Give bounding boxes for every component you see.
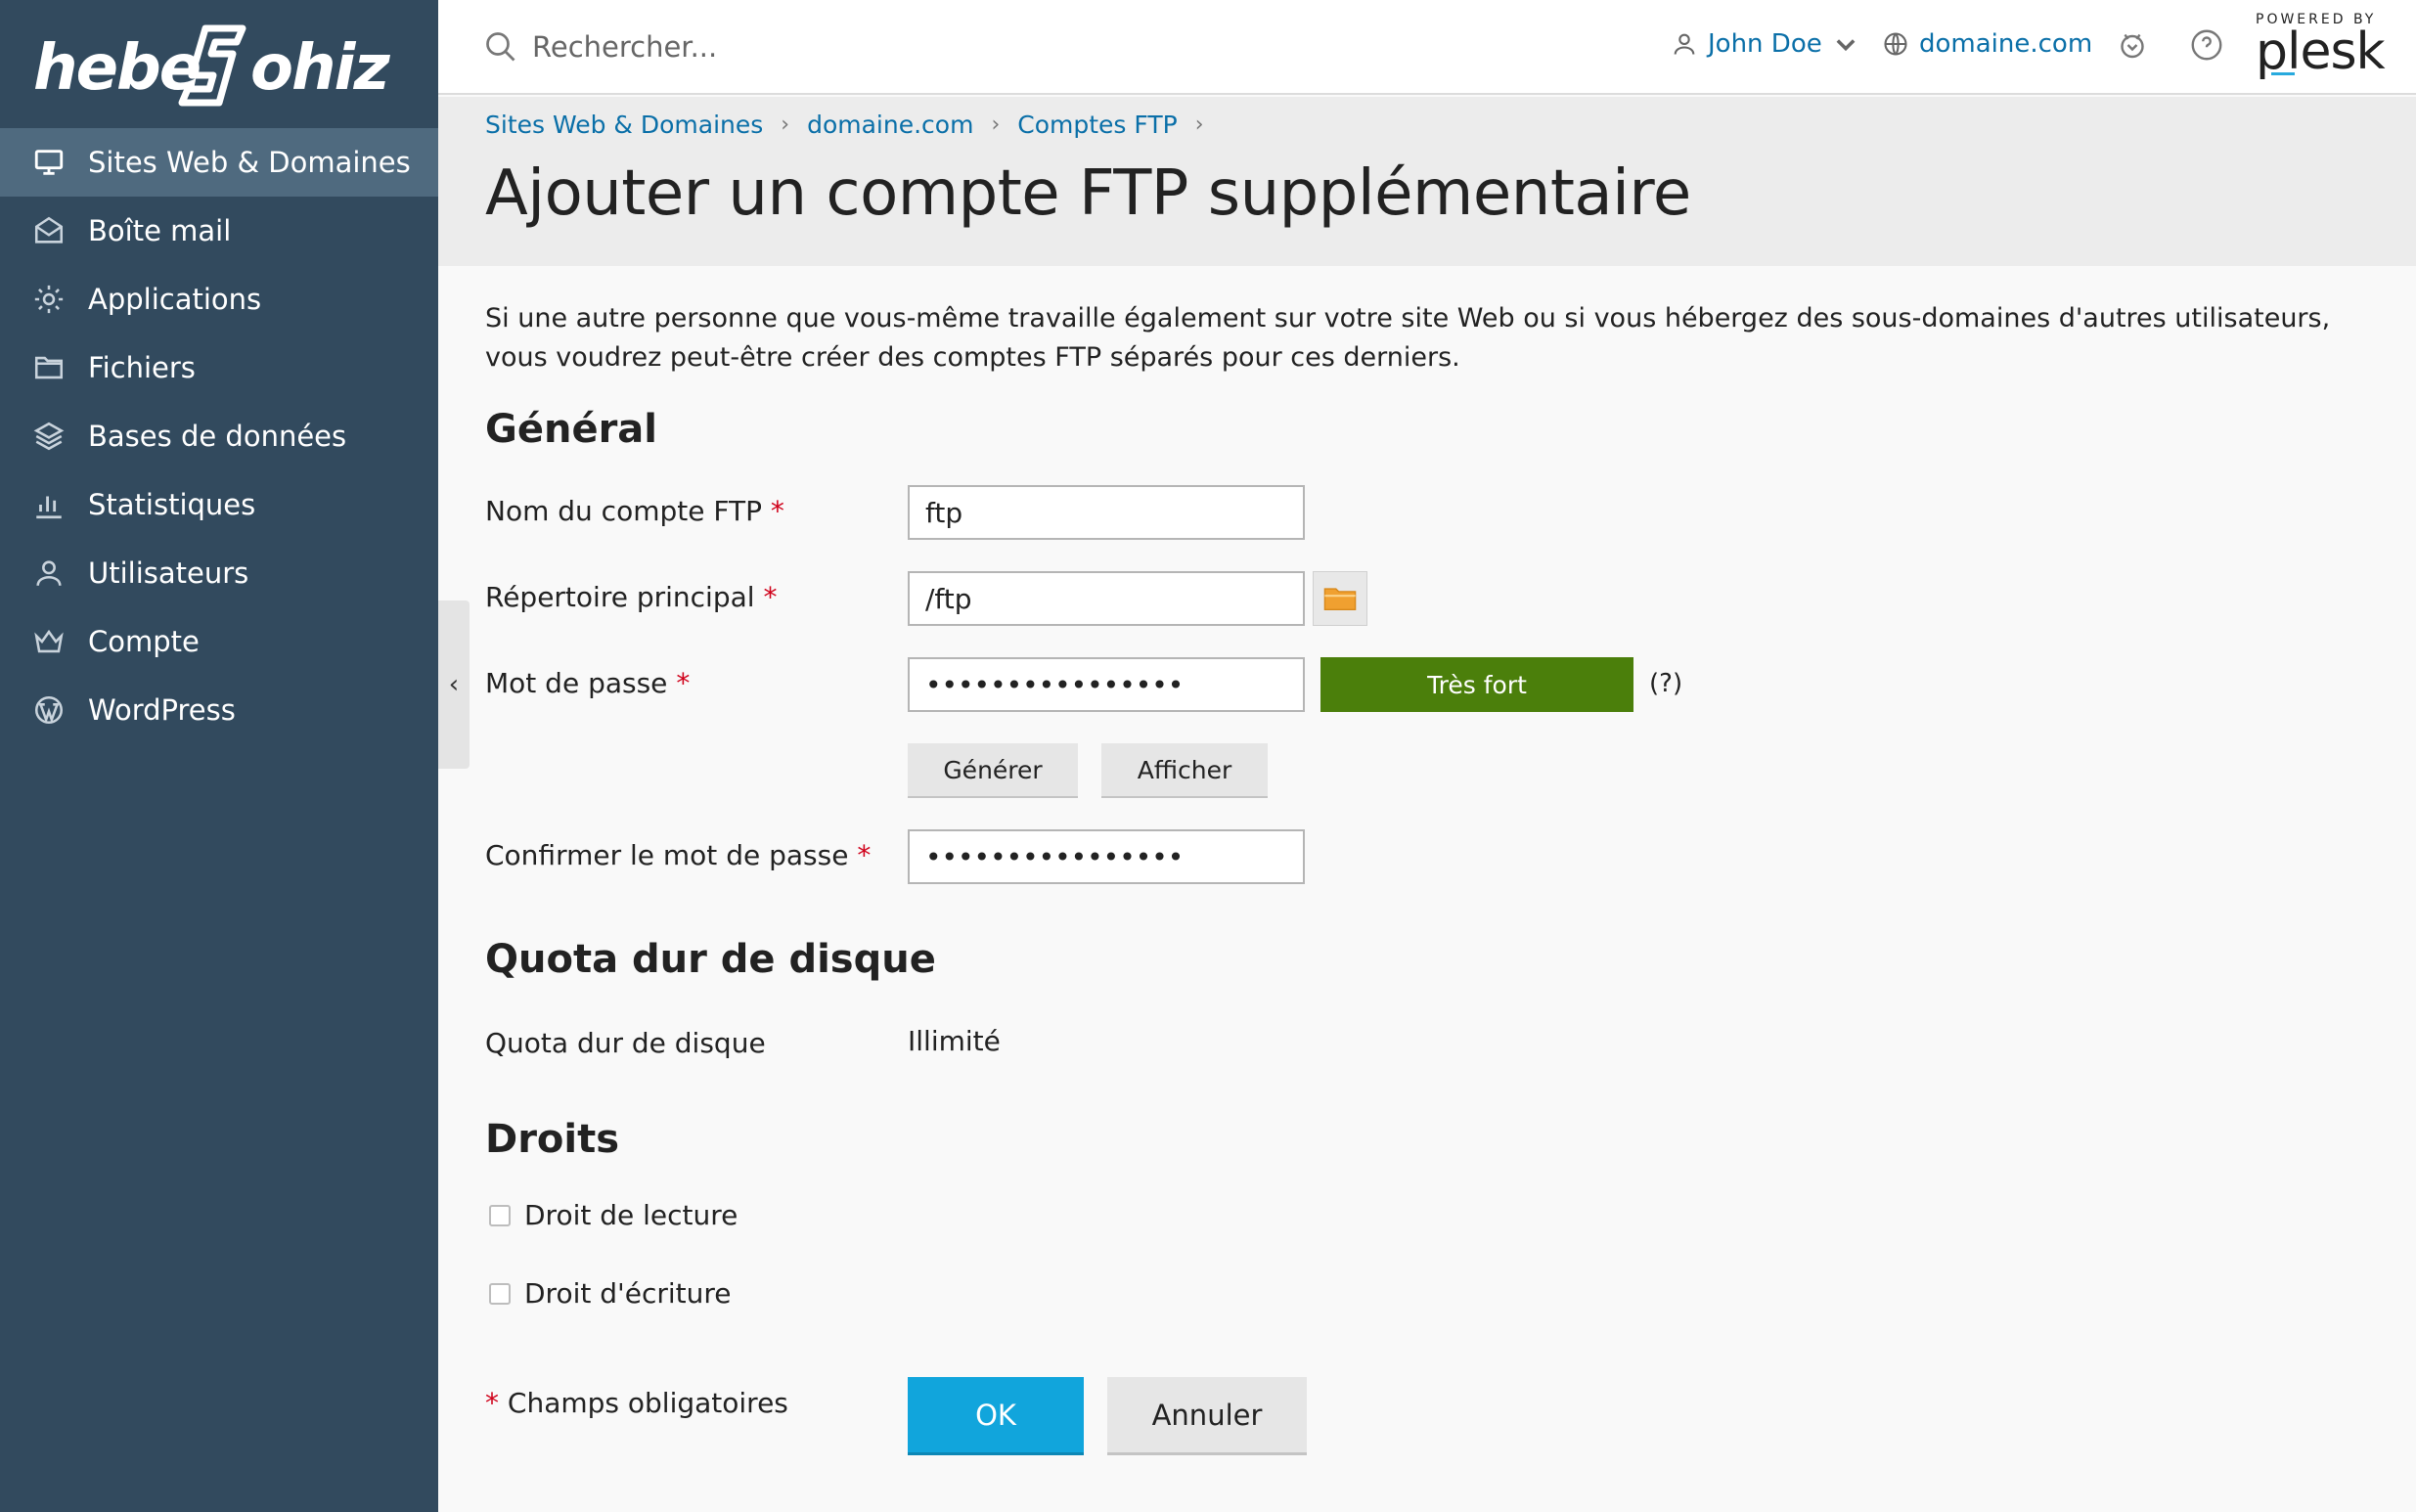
gear-icon (29, 280, 68, 319)
sidebar-item-label: Fichiers (88, 351, 196, 384)
sidebar-item-label: Statistiques (88, 488, 256, 521)
chevron-right-icon: › (1194, 112, 1204, 137)
sidebar-item-databases[interactable]: Bases de données (0, 402, 438, 470)
database-icon (29, 417, 68, 456)
sidebar-item-users[interactable]: Utilisateurs (0, 539, 438, 607)
user-menu[interactable]: John Doe (1671, 29, 1869, 59)
quota-label: Quota dur de disque (485, 1027, 766, 1059)
hebergeurs-logo: hebe ohiz (33, 24, 392, 106)
domain-name: domaine.com (1919, 29, 2093, 59)
folder-icon (1323, 588, 1357, 611)
sidebar-item-label: Utilisateurs (88, 556, 249, 590)
section-rights-title: Droits (485, 1117, 620, 1162)
ftp-name-input[interactable] (908, 485, 1305, 540)
chevron-right-icon: › (991, 112, 1001, 137)
read-permission-checkbox[interactable] (489, 1205, 511, 1226)
confirm-password-label-text: Confirmer le mot de passe (485, 839, 849, 871)
sidebar-item-mail[interactable]: Boîte mail (0, 197, 438, 265)
plesk-logo: POWERED BY plesk (2256, 12, 2386, 81)
plesk-wordmark: plesk (2256, 22, 2386, 81)
password-label: Mot de passe * (485, 667, 690, 699)
cancel-button[interactable]: Annuler (1107, 1377, 1307, 1455)
ftp-name-label: Nom du compte FTP * (485, 495, 784, 527)
search-input[interactable] (532, 23, 1217, 70)
breadcrumb-sites[interactable]: Sites Web & Domaines (485, 111, 763, 139)
top-bar: John Doe domaine.com POWERED BY plesk (438, 0, 2416, 95)
sidebar-item-wordpress[interactable]: WordPress (0, 676, 438, 744)
sidebar-item-label: Applications (88, 283, 262, 316)
breadcrumb: Sites Web & Domaines › domaine.com › Com… (485, 111, 1222, 139)
user-icon (29, 554, 68, 593)
sidebar-item-label: Boîte mail (88, 214, 232, 247)
home-dir-label-text: Répertoire principal (485, 581, 755, 613)
user-name: John Doe (1708, 29, 1822, 59)
required-fields-note: * Champs obligatoires (485, 1387, 788, 1419)
globe-icon (1884, 32, 1907, 56)
generate-password-button[interactable]: Générer (908, 743, 1078, 798)
breadcrumb-domain[interactable]: domaine.com (807, 111, 973, 139)
breadcrumb-ftp-accounts[interactable]: Comptes FTP (1017, 111, 1177, 139)
required-mark: * (676, 667, 691, 699)
password-strength-indicator: Très fort (1320, 657, 1633, 712)
password-help-link[interactable]: (?) (1649, 669, 1682, 698)
section-general-title: Général (485, 407, 657, 452)
required-mark: * (857, 839, 872, 871)
chevron-right-icon: › (781, 112, 790, 137)
svg-text:hebe: hebe (33, 32, 200, 105)
home-dir-input[interactable] (908, 571, 1305, 626)
intro-text: Si une autre personne que vous-même trav… (485, 303, 2331, 373)
user-icon (1674, 33, 1695, 55)
svg-text:ohiz: ohiz (250, 32, 390, 105)
sidebar-item-applications[interactable]: Applications (0, 265, 438, 334)
brand-logo[interactable]: hebe ohiz (0, 0, 438, 128)
write-permission-label[interactable]: Droit d'écriture (524, 1277, 731, 1310)
confirm-password-label: Confirmer le mot de passe * (485, 839, 871, 871)
page-header: Sites Web & Domaines › domaine.com › Com… (438, 97, 2416, 266)
main-content: Si une autre personne que vous-même trav… (438, 266, 2416, 1512)
home-dir-label: Répertoire principal * (485, 581, 777, 613)
ftp-name-label-text: Nom du compte FTP (485, 495, 762, 527)
monitor-icon (29, 143, 68, 182)
domain-selector[interactable]: domaine.com (1882, 29, 2092, 59)
password-input[interactable] (908, 657, 1305, 712)
quota-value: Illimité (908, 1025, 1001, 1057)
sidebar-item-label: Sites Web & Domaines (88, 146, 411, 179)
section-quota-title: Quota dur de disque (485, 937, 936, 982)
confirm-password-input[interactable] (908, 829, 1305, 884)
sidebar-item-label: Compte (88, 625, 200, 658)
sidebar: hebe ohiz Sites Web & Domaines Boîte mai… (0, 0, 438, 1512)
password-label-text: Mot de passe (485, 667, 668, 699)
plesk-accent (2271, 72, 2295, 75)
sidebar-item-label: WordPress (88, 693, 236, 727)
read-permission-label[interactable]: Droit de lecture (524, 1199, 738, 1231)
sidebar-item-label: Bases de données (88, 420, 347, 453)
help-icon[interactable] (2189, 27, 2224, 63)
required-note-text: Champs obligatoires (507, 1387, 788, 1419)
chevron-down-icon (1836, 39, 1856, 52)
folder-icon (29, 348, 68, 387)
browse-folder-button[interactable] (1313, 571, 1367, 626)
chart-icon (29, 485, 68, 524)
ok-button[interactable]: OK (908, 1377, 1084, 1455)
page-title: Ajouter un compte FTP supplémentaire (485, 157, 1691, 230)
write-permission-checkbox[interactable] (489, 1283, 511, 1305)
required-mark: * (770, 495, 784, 527)
mail-icon (29, 211, 68, 250)
show-password-button[interactable]: Afficher (1101, 743, 1268, 798)
wordpress-icon (29, 690, 68, 730)
extensions-icon[interactable] (2115, 27, 2150, 63)
sidebar-item-files[interactable]: Fichiers (0, 334, 438, 402)
required-mark: * (485, 1387, 499, 1419)
sidebar-item-sites[interactable]: Sites Web & Domaines (0, 128, 438, 197)
required-mark: * (763, 581, 778, 613)
sidebar-item-account[interactable]: Compte (0, 607, 438, 676)
search-icon (486, 32, 515, 62)
sidebar-item-statistics[interactable]: Statistiques (0, 470, 438, 539)
crown-icon (29, 622, 68, 661)
